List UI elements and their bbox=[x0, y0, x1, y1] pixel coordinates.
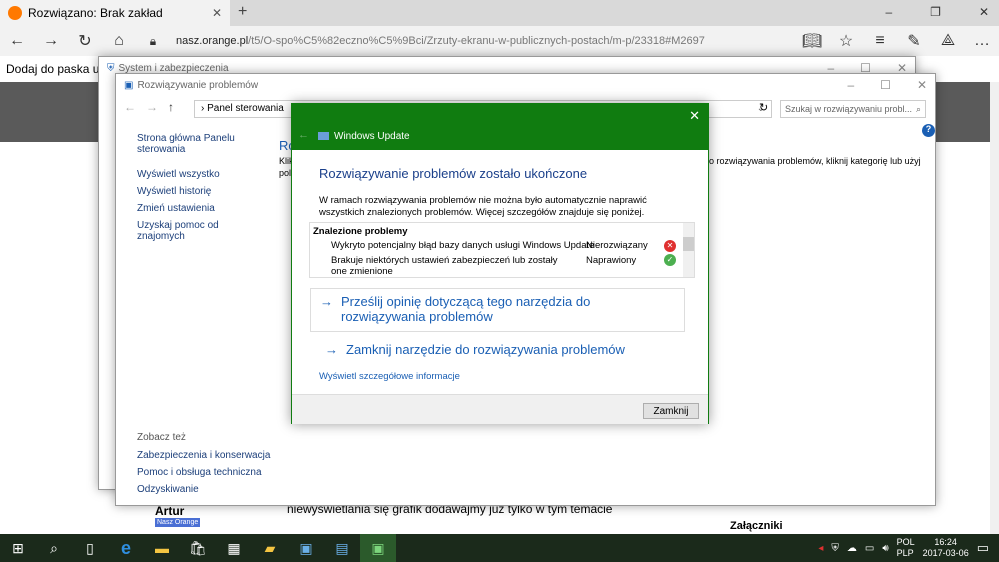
language-indicator[interactable]: POL PLP bbox=[897, 537, 915, 559]
flag-icon[interactable]: ◂ bbox=[818, 543, 823, 554]
network-icon[interactable]: ▭ bbox=[865, 543, 874, 554]
restore-button[interactable]: ❐ bbox=[930, 5, 941, 19]
web-note-icon[interactable]: ✎ bbox=[897, 31, 931, 51]
task-view-icon[interactable]: ▯ bbox=[72, 534, 108, 562]
troubleshoot-icon[interactable]: ▤ bbox=[324, 534, 360, 562]
problems-header: Znalezione problemy bbox=[313, 226, 408, 237]
browser-tab[interactable]: Rozwiązano: Brak zakład ✕ bbox=[0, 0, 230, 26]
problems-list: Znalezione problemy Wykryto potencjalny … bbox=[309, 222, 695, 278]
minimize-button[interactable]: – bbox=[847, 78, 854, 92]
tab-title: Rozwiązano: Brak zakład bbox=[28, 6, 163, 20]
close-button[interactable]: Zamknij bbox=[643, 403, 699, 419]
check-icon: ✓ bbox=[664, 254, 676, 266]
close-tab-icon[interactable]: ✕ bbox=[212, 6, 222, 20]
refresh-icon[interactable]: ↻ bbox=[68, 31, 102, 51]
feedback-link[interactable]: → Prześlij opinię dotyczącą tego narzędzi… bbox=[310, 288, 685, 332]
nav-bar: ← → ↻ ⌂ 🔒︎ nasz.orange.pl/t5/O-spo%C5%82… bbox=[0, 26, 999, 56]
see-also-heading: Zobacz też bbox=[137, 432, 186, 443]
windows-update-icon[interactable]: ▣ bbox=[360, 534, 396, 562]
window-title: Rozwiązywanie problemów bbox=[137, 79, 259, 91]
lock-icon: 🔒︎ bbox=[149, 33, 157, 48]
search-input[interactable]: Szukaj w rozwiązywaniu probl... ⌕ bbox=[780, 100, 926, 118]
view-details-link[interactable]: Wyświetl szczegółowe informacje bbox=[319, 371, 460, 382]
problem-status: Nierozwiązany bbox=[586, 240, 648, 251]
link-text: Zamknij narzędzie do rozwiązywania probl… bbox=[346, 342, 625, 357]
cloud-icon[interactable]: ☁ bbox=[847, 543, 857, 554]
favorite-star-icon[interactable]: ☆ bbox=[829, 31, 863, 51]
troubleshooter-dialog: ✕ ← Windows Update Rozwiązywanie problem… bbox=[291, 103, 709, 424]
tab-bar: Rozwiązano: Brak zakład ✕ + – ❐ ✕ bbox=[0, 0, 999, 26]
forward-icon[interactable]: → bbox=[146, 100, 158, 114]
forward-icon[interactable]: → bbox=[34, 32, 68, 50]
search-icon[interactable]: ⌕ bbox=[36, 534, 72, 562]
shield-icon: ⛨ bbox=[107, 62, 115, 74]
volume-icon[interactable]: 🔊︎ bbox=[882, 543, 888, 554]
scrollbar[interactable] bbox=[990, 82, 999, 534]
more-icon[interactable]: … bbox=[965, 31, 999, 51]
back-icon[interactable]: ← bbox=[124, 100, 136, 114]
sidebar-link-home[interactable]: Strona główna Panelu sterowania bbox=[137, 133, 247, 155]
minimize-button[interactable]: – bbox=[885, 5, 892, 19]
see-also-recovery[interactable]: Odzyskiwanie bbox=[137, 484, 277, 495]
clock[interactable]: 16:24 2017-03-06 bbox=[923, 537, 969, 559]
close-button[interactable]: ✕ bbox=[917, 78, 927, 92]
description-text: o rozwiązywania problemów, kliknij kateg… bbox=[709, 156, 921, 166]
link-text: Prześlij opinię dotyczącą tego narzędzia… bbox=[341, 294, 591, 324]
orange-favicon bbox=[8, 6, 22, 20]
start-icon[interactable]: ⊞ bbox=[0, 534, 36, 562]
sidebar-link-get-help[interactable]: Uzyskaj pomoc od znajomych bbox=[137, 220, 247, 242]
file-explorer-icon[interactable]: ▬ bbox=[144, 534, 180, 562]
see-also-security[interactable]: Zabezpieczenia i konserwacja bbox=[137, 450, 277, 461]
sidebar-link-settings[interactable]: Zmień ustawienia bbox=[137, 203, 247, 214]
problem-row: Brakuje niektórych ustawień zabezpieczeń… bbox=[310, 254, 694, 278]
home-icon[interactable]: ⌂ bbox=[102, 32, 136, 50]
close-button[interactable]: ✕ bbox=[979, 5, 989, 19]
sidebar-link-view-all[interactable]: Wyświetl wszystko bbox=[137, 169, 247, 180]
share-icon[interactable]: ⟁ bbox=[931, 31, 965, 51]
refresh-icon[interactable]: ↻ bbox=[759, 101, 768, 114]
author-badge: Nasz Orange bbox=[155, 518, 201, 527]
arrow-right-icon: → bbox=[325, 342, 338, 357]
up-icon[interactable]: ↑ bbox=[168, 100, 174, 114]
see-also-help[interactable]: Pomoc i obsługa techniczna bbox=[137, 467, 277, 478]
hub-icon[interactable]: ≡ bbox=[863, 31, 897, 51]
calculator-icon[interactable]: ▦ bbox=[216, 534, 252, 562]
arrow-right-icon: → bbox=[320, 294, 333, 309]
edge-icon[interactable]: e bbox=[108, 534, 144, 562]
description-text: pol bbox=[279, 168, 292, 178]
back-icon[interactable]: ← bbox=[0, 32, 34, 50]
control-panel-icon[interactable]: ▣ bbox=[288, 534, 324, 562]
problem-status: Naprawiony bbox=[586, 255, 637, 266]
dialog-description: W ramach rozwiązywania problemów nie moż… bbox=[319, 195, 647, 218]
close-tool-link[interactable]: → Zamknij narzędzie do rozwiązywania prob… bbox=[325, 342, 625, 357]
windows-update-icon bbox=[318, 132, 329, 140]
back-icon[interactable]: ← bbox=[298, 129, 309, 141]
search-icon: ⌕ bbox=[915, 104, 921, 114]
reading-view-icon[interactable]: 📖︎ bbox=[795, 31, 829, 51]
store-icon[interactable]: 🛍︎ bbox=[180, 534, 216, 562]
window-title: System i zabezpieczenia bbox=[118, 62, 229, 74]
dialog-heading: Rozwiązywanie problemów zostało ukończon… bbox=[319, 166, 588, 181]
list-scrollbar[interactable] bbox=[683, 223, 694, 277]
problem-name: Wykryto potencjalny błąd bazy danych usł… bbox=[331, 240, 595, 251]
address-bar[interactable]: nasz.orange.pl/t5/O-spo%C5%82eczno%C5%9B… bbox=[176, 35, 705, 47]
help-icon[interactable]: ? bbox=[922, 124, 935, 137]
folder-icon[interactable]: ▰ bbox=[252, 534, 288, 562]
taskbar: ⊞ ⌕ ▯ e ▬ 🛍︎ ▦ ▰ ▣ ▤ ▣ ◂ ⛨ ☁ ▭ 🔊︎ POL PLP… bbox=[0, 534, 999, 562]
new-tab-button[interactable]: + bbox=[238, 3, 247, 21]
action-center-icon[interactable]: ▭ bbox=[977, 540, 989, 556]
shield-icon[interactable]: ⛨ bbox=[831, 543, 839, 554]
post-author[interactable]: Artur bbox=[155, 504, 184, 518]
dialog-title: Windows Update bbox=[334, 131, 410, 142]
error-icon: ✕ bbox=[664, 240, 676, 252]
problem-row: Wykryto potencjalny błąd bazy danych usł… bbox=[310, 240, 694, 254]
troubleshoot-icon: ▣ bbox=[124, 79, 134, 91]
maximize-button[interactable]: ☐ bbox=[880, 78, 891, 92]
problem-name: Brakuje niektórych ustawień zabezpieczeń… bbox=[331, 255, 558, 277]
close-dialog-icon[interactable]: ✕ bbox=[689, 108, 700, 124]
sidebar-link-history[interactable]: Wyświetl historię bbox=[137, 186, 247, 197]
attachments-heading: Załączniki bbox=[730, 520, 783, 532]
